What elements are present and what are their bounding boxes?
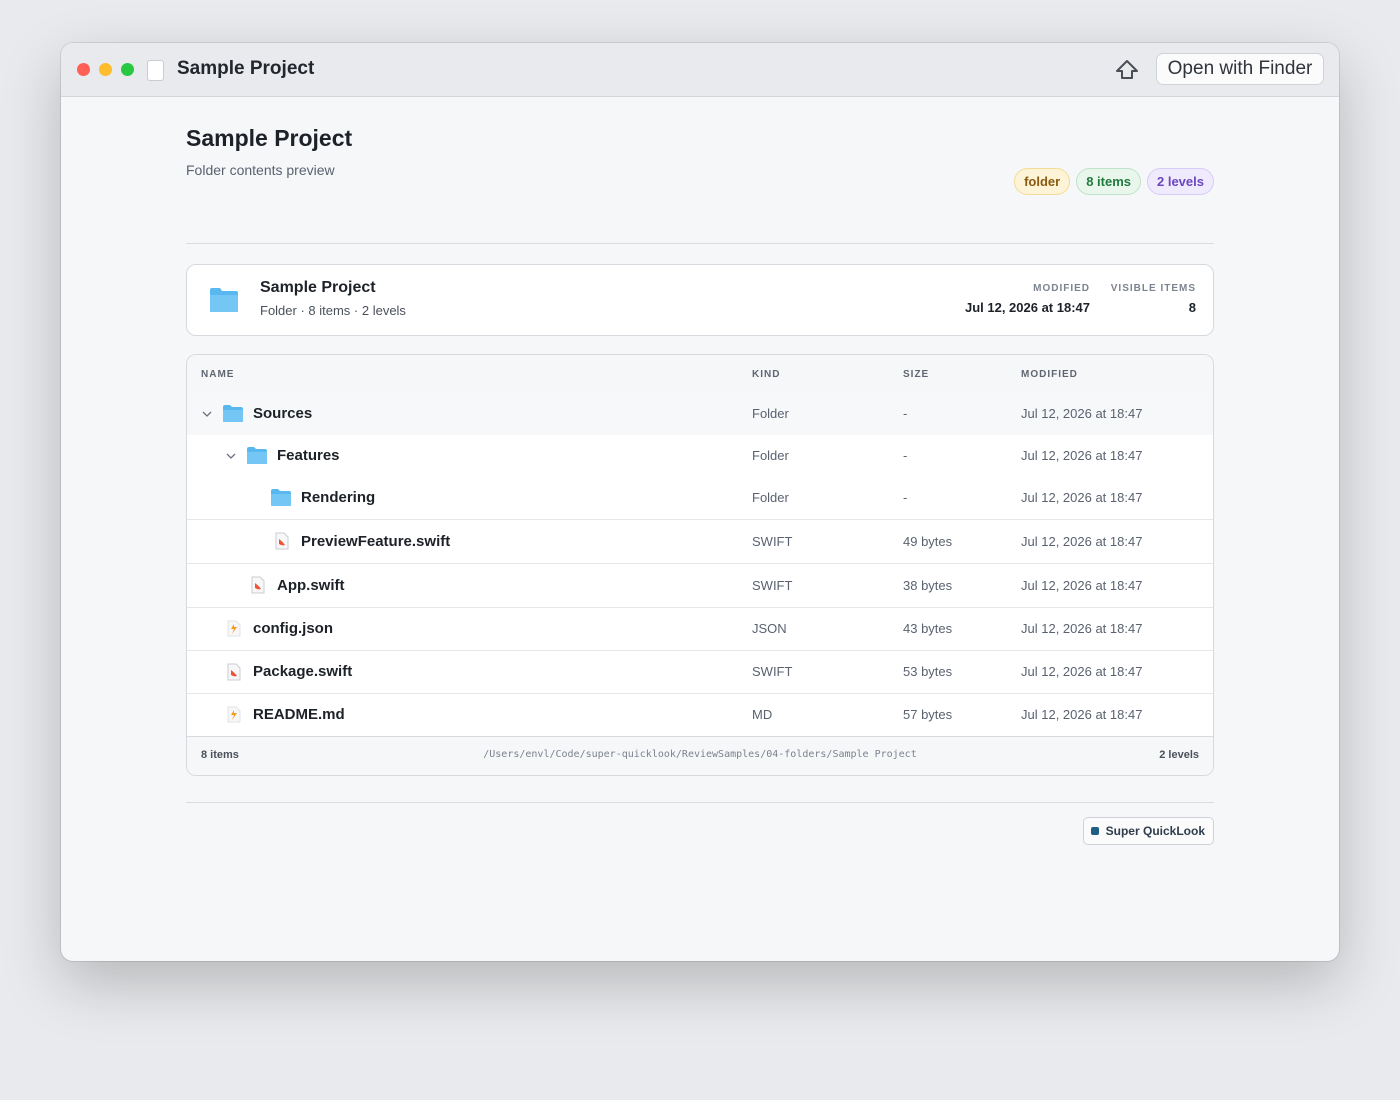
column-header-size[interactable]: SIZE (903, 369, 929, 380)
table-footer: 8 items /Users/envl/Code/super-quicklook… (187, 736, 1213, 775)
divider (186, 243, 1214, 244)
swift-file-icon (275, 532, 289, 550)
row-kind: SWIFT (752, 664, 793, 679)
folder-icon (210, 288, 238, 312)
json-file-icon (227, 620, 241, 637)
row-kind: MD (752, 707, 773, 722)
share-button[interactable] (1115, 58, 1139, 82)
modified-label: MODIFIED (1033, 283, 1090, 294)
markdown-file-icon (227, 706, 241, 723)
folder-icon (223, 405, 243, 422)
row-kind: JSON (752, 621, 787, 636)
row-kind: SWIFT (752, 578, 793, 593)
table-row[interactable]: Sources Folder - Jul 12, 2026 at 18:47 (187, 393, 1213, 435)
visible-items-value: 8 (1188, 300, 1196, 315)
row-size: 38 bytes (903, 578, 953, 593)
row-modified: Jul 12, 2026 at 18:47 (1021, 664, 1143, 679)
row-size: 49 bytes (903, 534, 953, 549)
row-kind: Folder (752, 490, 789, 505)
row-modified: Jul 12, 2026 at 18:47 (1021, 448, 1143, 463)
brand-logo-icon (1090, 827, 1099, 835)
zoom-window-button[interactable] (121, 63, 134, 76)
row-name: PreviewFeature.swift (301, 533, 451, 550)
footer-levels: 2 levels (1159, 749, 1199, 761)
row-modified: Jul 12, 2026 at 18:47 (1021, 578, 1143, 593)
folder-icon (247, 447, 267, 464)
table-row[interactable]: Package.swift SWIFT 53 bytes Jul 12, 202… (187, 651, 1213, 694)
page-title: Sample Project (186, 125, 353, 151)
kind-badge: folder (1014, 168, 1071, 195)
chevron-down-icon[interactable] (225, 450, 237, 462)
document-icon (147, 60, 164, 81)
swift-file-icon (251, 576, 265, 594)
summary-folder-name: Sample Project (260, 279, 376, 296)
row-size: - (903, 448, 908, 463)
row-name: Rendering (301, 489, 376, 506)
folder-icon (271, 489, 291, 506)
divider (186, 802, 1214, 803)
column-header-modified[interactable]: MODIFIED (1021, 369, 1078, 380)
visible-items-stat: VISIBLE ITEMS 8 (1111, 283, 1196, 315)
column-header-name[interactable]: NAME (201, 369, 234, 380)
row-modified: Jul 12, 2026 at 18:47 (1021, 406, 1143, 421)
badge-group: folder 8 items 2 levels (1014, 168, 1214, 195)
row-name: Sources (253, 405, 313, 422)
row-kind: SWIFT (752, 534, 793, 549)
brand-label: Super QuickLook (1105, 824, 1205, 838)
preview-window: Sample Project Open with Finder Sample P… (61, 43, 1339, 961)
modified-value: Jul 12, 2026 at 18:47 (964, 300, 1090, 315)
row-name: config.json (253, 620, 333, 637)
folder-summary-card: Sample Project Folder · 8 items · 2 leve… (186, 264, 1214, 336)
row-modified: Jul 12, 2026 at 18:47 (1021, 534, 1143, 549)
open-with-finder-button[interactable]: Open with Finder (1156, 53, 1324, 85)
item-count-badge: 8 items (1076, 168, 1141, 195)
close-window-button[interactable] (77, 63, 90, 76)
row-name: Package.swift (253, 663, 353, 680)
row-modified: Jul 12, 2026 at 18:47 (1021, 621, 1143, 636)
footer-path: /Users/envl/Code/super-quicklook/ReviewS… (483, 749, 917, 760)
row-name: App.swift (277, 577, 345, 594)
row-kind: Folder (752, 406, 789, 421)
share-icon (1116, 60, 1138, 79)
summary-meta: Folder · 8 items · 2 levels (260, 303, 406, 318)
row-kind: Folder (752, 448, 789, 463)
page-subtitle: Folder contents preview (186, 162, 335, 178)
chevron-down-icon[interactable] (201, 408, 213, 420)
row-size: 43 bytes (903, 621, 953, 636)
modified-stat: MODIFIED Jul 12, 2026 at 18:47 (965, 283, 1090, 315)
row-size: 53 bytes (903, 664, 953, 679)
window-title: Sample Project (177, 58, 315, 79)
table-row[interactable]: App.swift SWIFT 38 bytes Jul 12, 2026 at… (187, 564, 1213, 608)
table-row[interactable]: Features Folder - Jul 12, 2026 at 18:47 (187, 435, 1213, 477)
table-header: NAME KIND SIZE MODIFIED (187, 355, 1213, 394)
table-row[interactable]: PreviewFeature.swift SWIFT 49 bytes Jul … (187, 520, 1213, 564)
levels-badge: 2 levels (1147, 168, 1214, 195)
row-size: - (903, 490, 908, 505)
row-name: README.md (253, 706, 345, 723)
table-row[interactable]: README.md MD 57 bytes Jul 12, 2026 at 18… (187, 694, 1213, 736)
row-size: - (903, 406, 908, 421)
swift-file-icon (227, 663, 241, 681)
row-modified: Jul 12, 2026 at 18:47 (1021, 490, 1143, 505)
visible-items-label: VISIBLE ITEMS (1110, 283, 1196, 294)
minimize-window-button[interactable] (99, 63, 112, 76)
table-row[interactable]: Rendering Folder - Jul 12, 2026 at 18:47 (187, 477, 1213, 520)
row-size: 57 bytes (903, 707, 953, 722)
title-bar: Sample Project Open with Finder (61, 43, 1339, 97)
column-header-kind[interactable]: KIND (752, 369, 780, 380)
row-modified: Jul 12, 2026 at 18:47 (1021, 707, 1143, 722)
brand-badge: Super QuickLook (1082, 817, 1214, 845)
table-row[interactable]: config.json JSON 43 bytes Jul 12, 2026 a… (187, 608, 1213, 651)
file-table: NAME KIND SIZE MODIFIED Sources Folder -… (186, 354, 1214, 776)
row-name: Features (277, 447, 340, 464)
